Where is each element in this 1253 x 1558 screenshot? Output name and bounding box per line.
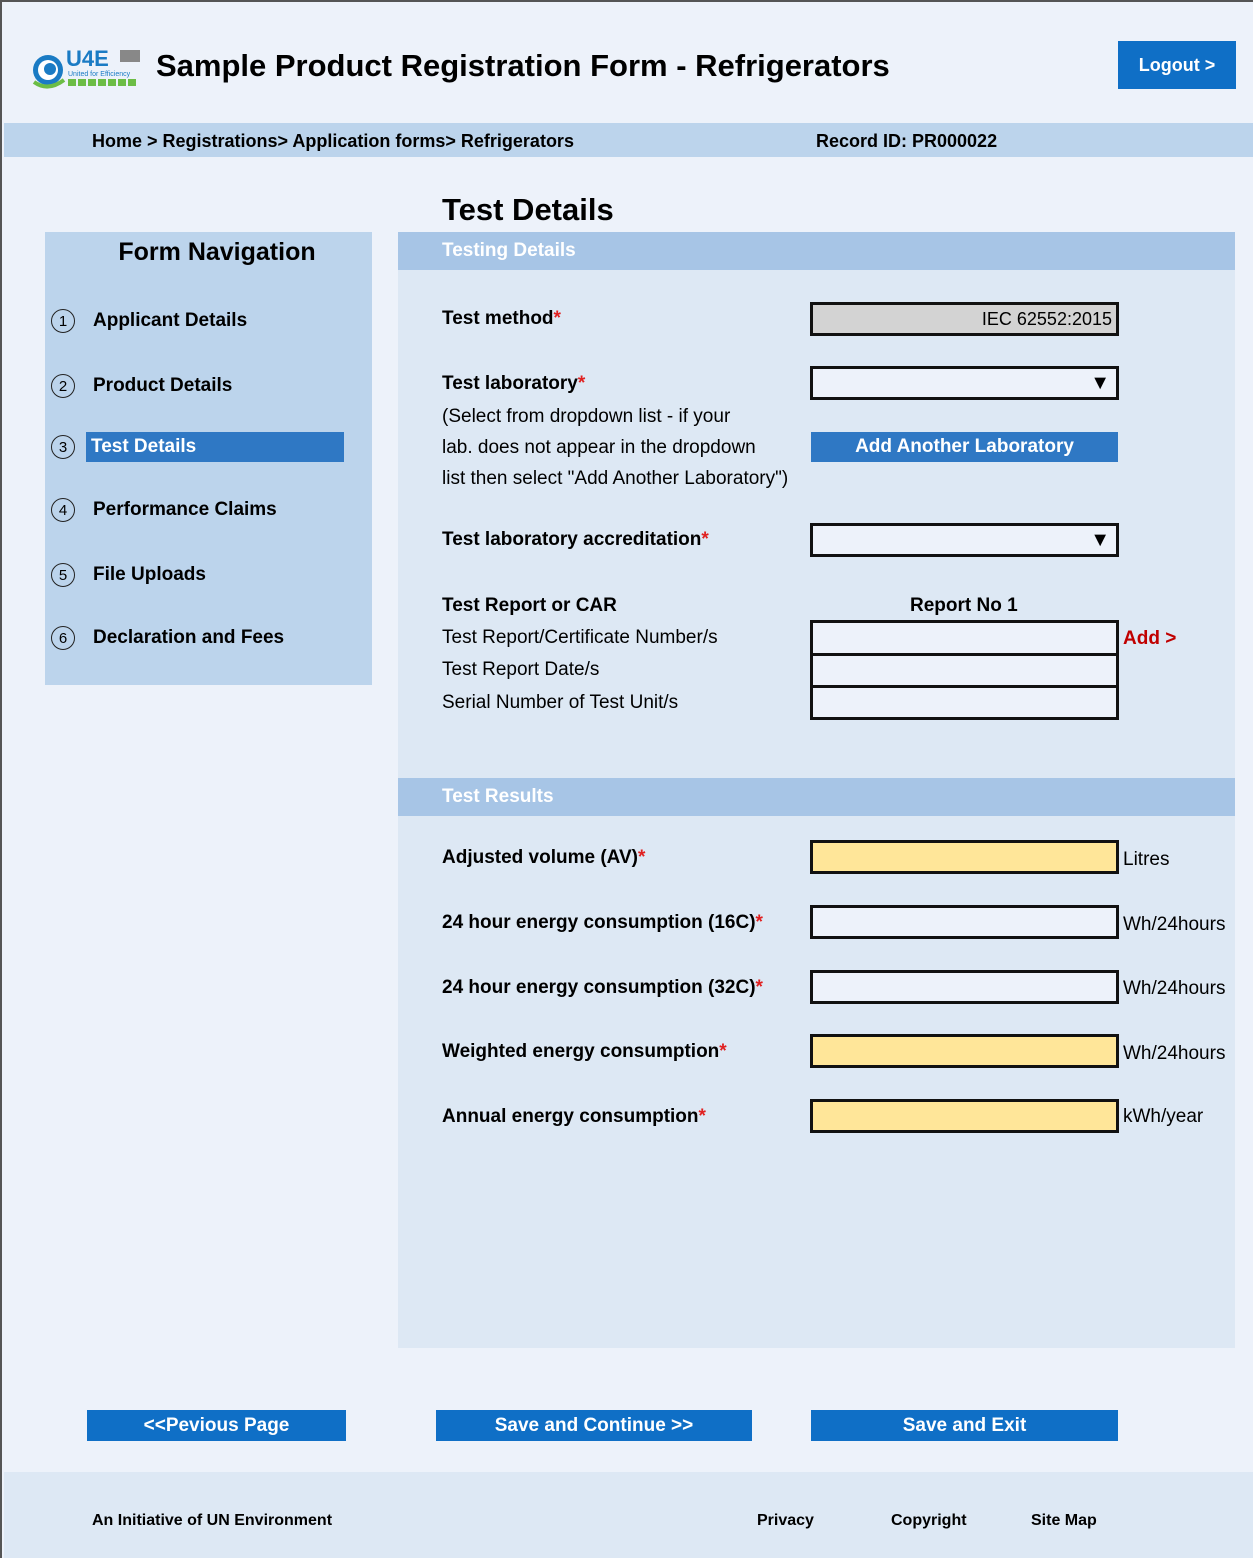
footer-copyright-link[interactable]: Copyright xyxy=(891,1512,967,1530)
page: U4E United for Efficiency Sample Product… xyxy=(0,0,1253,1558)
step-number: 4 xyxy=(51,498,75,522)
unit-label: Litres xyxy=(1123,849,1170,870)
result-label: Weighted energy consumption* xyxy=(442,1041,727,1063)
nav-item-label: File Uploads xyxy=(93,564,206,585)
accreditation-label: Test laboratory accreditation* xyxy=(442,529,709,551)
test-method-label: Test method* xyxy=(442,308,561,330)
energy-16c-field[interactable] xyxy=(810,905,1119,939)
nav-item-declaration-and-fees[interactable]: 6 Declaration and Fees xyxy=(51,623,284,653)
add-report-link[interactable]: Add > xyxy=(1123,628,1176,650)
adjusted-volume-field xyxy=(810,840,1119,874)
result-label-text: 24 hour energy consumption (32C) xyxy=(442,977,756,998)
test-results-heading: Test Results xyxy=(398,778,1235,816)
report-date-label: Test Report Date/s xyxy=(442,659,600,680)
result-label-text: Weighted energy consumption xyxy=(442,1041,720,1062)
required-marker: * xyxy=(701,529,709,550)
test-method-field: IEC 62552:2015 xyxy=(810,302,1119,336)
test-laboratory-help-2: lab. does not appear in the dropdown xyxy=(442,437,756,458)
report-number-field[interactable] xyxy=(810,620,1119,656)
result-label: 24 hour energy consumption (16C)* xyxy=(442,912,763,934)
testing-details-heading: Testing Details xyxy=(398,232,1235,270)
save-and-continue-button[interactable]: Save and Continue >> xyxy=(436,1410,752,1441)
nav-item-label: Product Details xyxy=(93,375,233,396)
nav-item-performance-claims[interactable]: 4 Performance Claims xyxy=(51,495,277,525)
report-date-field[interactable] xyxy=(810,653,1119,688)
nav-item-label: Declaration and Fees xyxy=(93,627,285,648)
test-laboratory-help-3: list then select "Add Another Laboratory… xyxy=(442,468,789,489)
required-marker: * xyxy=(755,912,763,933)
nav-item-label: Performance Claims xyxy=(93,499,277,520)
app-title: Sample Product Registration Form - Refri… xyxy=(156,48,890,83)
breadcrumb[interactable]: Home > Registrations> Application forms>… xyxy=(92,131,574,152)
nav-item-test-details[interactable]: 3 Test Details xyxy=(51,432,344,462)
test-laboratory-help-1: (Select from dropdown list - if your xyxy=(442,406,731,427)
page-title: Test Details xyxy=(442,192,614,227)
weighted-energy-field xyxy=(810,1034,1119,1068)
required-marker: * xyxy=(577,373,586,394)
required-marker: * xyxy=(755,977,763,998)
save-and-exit-button[interactable]: Save and Exit xyxy=(811,1410,1118,1441)
testing-details-heading-text: Testing Details xyxy=(442,240,576,261)
test-method-label-text: Test method xyxy=(442,308,554,329)
result-label-text: Adjusted volume (AV) xyxy=(442,847,638,868)
result-label: Annual energy consumption* xyxy=(442,1106,706,1128)
required-marker: * xyxy=(638,847,646,868)
svg-text:United for Efficiency: United for Efficiency xyxy=(68,71,131,78)
form-navigation: Form Navigation 1 Applicant Details 2 Pr… xyxy=(45,232,372,685)
step-number: 2 xyxy=(51,374,75,398)
nav-item-label: Applicant Details xyxy=(93,310,248,331)
result-label-text: Annual energy consumption xyxy=(442,1106,699,1127)
nav-item-product-details[interactable]: 2 Product Details xyxy=(51,371,232,401)
unit-label: Wh/24hours xyxy=(1123,978,1226,999)
report-number-label: Test Report/Certificate Number/s xyxy=(442,627,718,648)
footer-privacy-link[interactable]: Privacy xyxy=(757,1512,814,1530)
step-number: 5 xyxy=(51,563,75,587)
required-marker: * xyxy=(719,1041,727,1062)
serial-number-field[interactable] xyxy=(810,685,1119,720)
step-number: 6 xyxy=(51,626,75,650)
u4e-logo-icon: U4E United for Efficiency xyxy=(32,46,140,89)
step-number: 1 xyxy=(51,309,75,333)
footer-initiative: An Initiative of UN Environment xyxy=(92,1512,333,1529)
test-laboratory-label-text: Test laboratory xyxy=(442,373,578,394)
test-report-heading: Test Report or CAR xyxy=(442,595,617,616)
test-laboratory-select[interactable]: ▼ xyxy=(810,366,1119,400)
result-label-text: 24 hour energy consumption (16C) xyxy=(442,912,756,933)
unit-label: kWh/year xyxy=(1123,1106,1204,1127)
add-another-laboratory-button[interactable]: Add Another Laboratory xyxy=(811,432,1118,462)
logo-lettering: U4E xyxy=(66,46,109,71)
unit-label: Wh/24hours xyxy=(1123,914,1226,935)
accreditation-label-text: Test laboratory accreditation xyxy=(442,529,702,550)
footer-sitemap-link[interactable]: Site Map xyxy=(1031,1512,1097,1530)
required-marker: * xyxy=(698,1106,706,1127)
accreditation-select[interactable]: ▼ xyxy=(810,523,1119,557)
annual-energy-field xyxy=(810,1099,1119,1133)
required-marker: * xyxy=(553,308,561,329)
previous-page-button[interactable]: <<Pevious Page xyxy=(87,1410,346,1441)
report-column-heading: Report No 1 xyxy=(910,595,1018,616)
nav-item-applicant-details[interactable]: 1 Applicant Details xyxy=(51,306,247,336)
u4e-logo: U4E United for Efficiency xyxy=(30,42,145,94)
serial-number-label: Serial Number of Test Unit/s xyxy=(442,692,679,713)
nav-item-label: Test Details xyxy=(86,432,344,462)
dropdown-arrow-icon: ▼ xyxy=(1090,372,1110,394)
record-id: Record ID: PR000022 xyxy=(816,131,998,151)
energy-32c-field[interactable] xyxy=(810,970,1119,1004)
logout-button[interactable]: Logout > xyxy=(1118,41,1236,89)
unit-label: Wh/24hours xyxy=(1123,1043,1226,1064)
test-results-heading-text: Test Results xyxy=(442,786,554,807)
nav-item-file-uploads[interactable]: 5 File Uploads xyxy=(51,560,206,590)
test-laboratory-label: Test laboratory* xyxy=(442,373,585,395)
dropdown-arrow-icon: ▼ xyxy=(1090,529,1110,551)
nav-title: Form Navigation xyxy=(118,238,316,266)
result-label: 24 hour energy consumption (32C)* xyxy=(442,977,763,999)
step-number: 3 xyxy=(51,435,75,459)
result-label: Adjusted volume (AV)* xyxy=(442,847,645,869)
